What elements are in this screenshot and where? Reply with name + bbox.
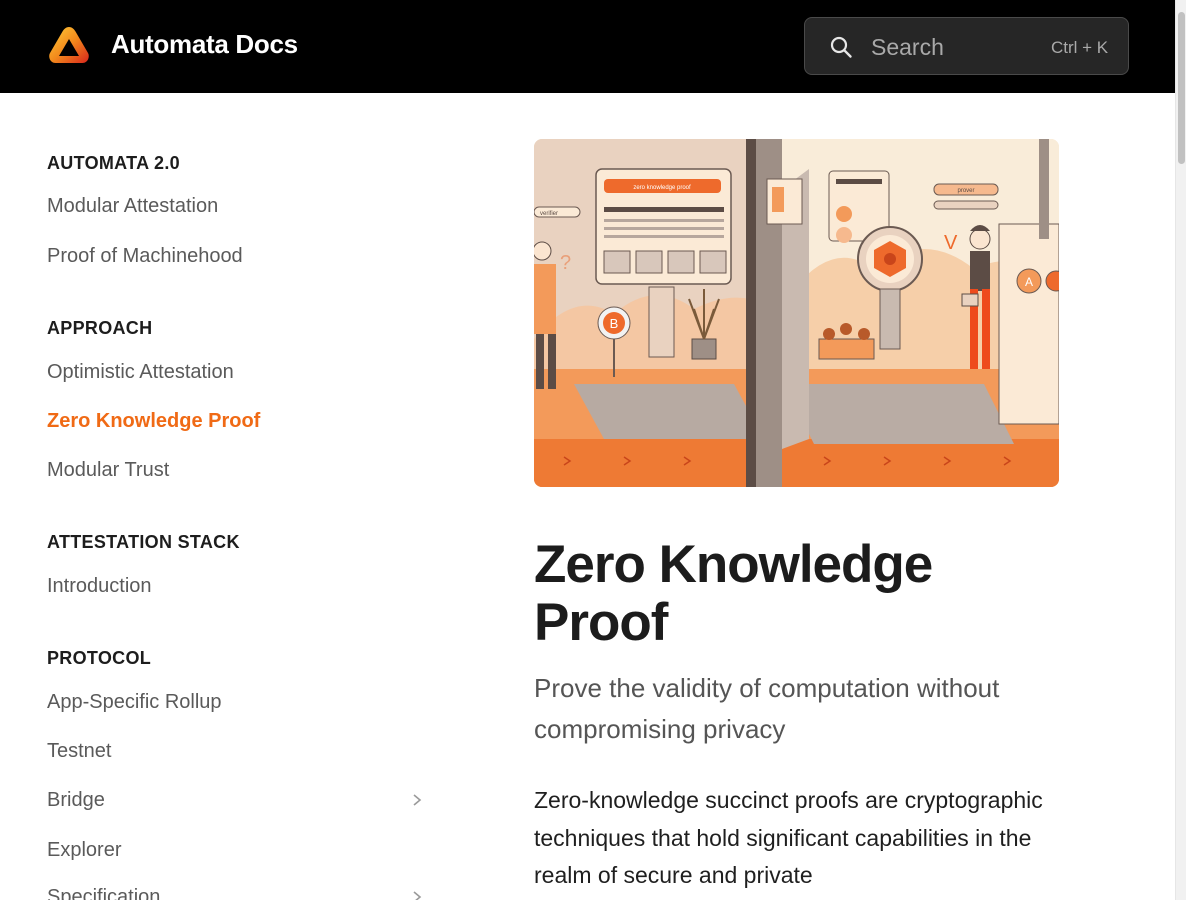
chevron-right-icon[interactable] xyxy=(410,890,424,900)
page-subtitle: Prove the validity of computation withou… xyxy=(534,673,1000,744)
sidebar-item-optimistic-attestation[interactable]: Optimistic Attestation xyxy=(47,361,234,384)
automata-logo-icon[interactable] xyxy=(47,25,91,67)
top-header: Automata Docs Ctrl + K xyxy=(0,0,1175,93)
sidebar-item-introduction[interactable]: Introduction xyxy=(47,575,152,598)
sidebar-item-zero-knowledge-proof[interactable]: Zero Knowledge Proof xyxy=(47,410,260,433)
zk-illustration-image: zero knowledge proof verifier ? B prover… xyxy=(534,139,1059,487)
brand-title[interactable]: Automata Docs xyxy=(111,29,298,60)
section-title-automata: AUTOMATA 2.0 xyxy=(47,153,180,173)
sidebar-item-specification[interactable]: Specification xyxy=(47,886,160,900)
scrollbar-thumb[interactable] xyxy=(1178,12,1185,164)
page-title: Zero Knowledge Proof xyxy=(534,535,933,652)
sidebar-item-bridge[interactable]: Bridge xyxy=(47,789,105,812)
sidebar-item-modular-trust[interactable]: Modular Trust xyxy=(47,459,169,482)
verifier-label: verifier xyxy=(540,211,558,217)
search-icon xyxy=(830,36,852,58)
sidebar-item-testnet[interactable]: Testnet xyxy=(47,740,111,763)
badge-b-text: B xyxy=(610,316,619,331)
intro-paragraph: Zero-knowledge succinct proofs are crypt… xyxy=(534,787,1043,888)
page-scrollbar[interactable] xyxy=(1175,0,1186,900)
sidebar-item-app-specific-rollup[interactable]: App-Specific Rollup xyxy=(47,691,222,714)
section-title-approach: APPROACH xyxy=(47,318,153,338)
banner-text: zero knowledge proof xyxy=(633,185,691,191)
hero-illustration: zero knowledge proof verifier ? B prover… xyxy=(534,139,1059,487)
sidebar-nav: AUTOMATA 2.0 Modular Attestation Proof o… xyxy=(0,93,470,900)
svg-text:?: ? xyxy=(560,252,571,274)
sidebar-item-explorer[interactable]: Explorer xyxy=(47,839,121,862)
search-box[interactable]: Ctrl + K xyxy=(804,17,1129,75)
section-title-protocol: PROTOCOL xyxy=(47,648,152,668)
section-title-attestation-stack: ATTESTATION STACK xyxy=(47,532,240,552)
sidebar-item-modular-attestation[interactable]: Modular Attestation xyxy=(47,195,218,218)
chevron-right-icon[interactable] xyxy=(410,793,424,807)
sidebar-item-proof-of-machinehood[interactable]: Proof of Machinehood xyxy=(47,245,243,268)
prover-label: prover xyxy=(957,188,974,194)
svg-text:V: V xyxy=(944,232,958,254)
badge-a-text: A xyxy=(1025,275,1033,289)
search-shortcut-hint: Ctrl + K xyxy=(1051,38,1109,57)
search-input[interactable] xyxy=(871,32,1031,62)
